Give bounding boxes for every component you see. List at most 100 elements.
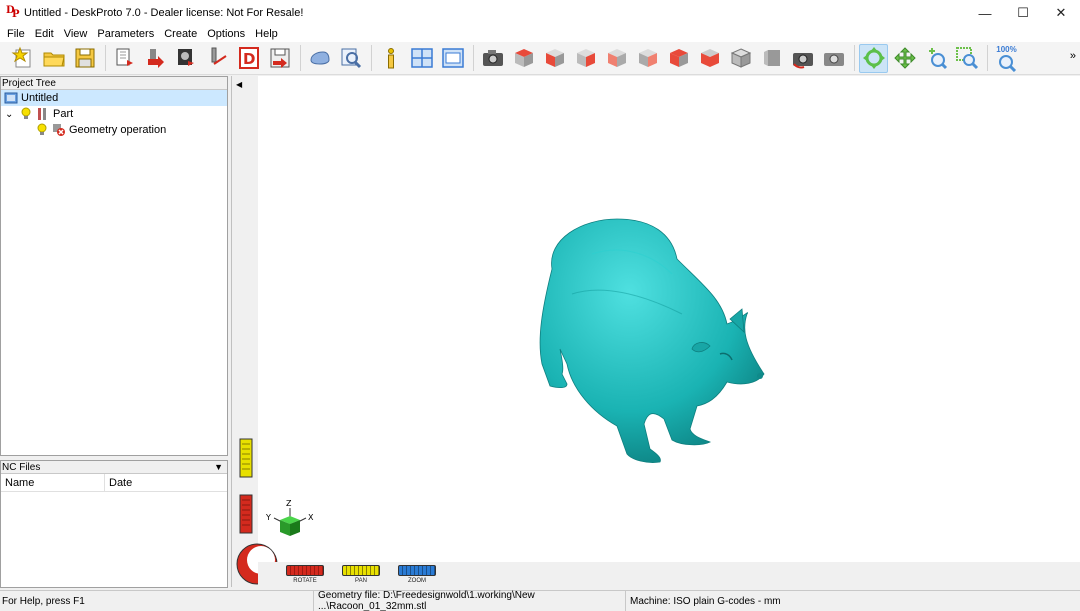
pan-mode-indicator[interactable]: PAN xyxy=(342,565,380,584)
zoom-fit-icon xyxy=(998,54,1016,72)
menu-file[interactable]: File xyxy=(2,28,30,40)
chevron-down-icon[interactable]: ⌄ xyxy=(5,109,17,120)
geometry-arrow-icon xyxy=(147,49,164,68)
window-view-icon xyxy=(441,48,464,68)
cube-left-red-icon xyxy=(607,49,626,67)
cube-right-red-icon xyxy=(638,49,657,67)
info-button[interactable] xyxy=(376,44,405,73)
view-left-button[interactable] xyxy=(602,44,631,73)
properties-view-button[interactable] xyxy=(438,44,467,73)
maximize-button[interactable]: ☐ xyxy=(1004,0,1042,26)
menu-options[interactable]: Options xyxy=(202,28,250,40)
project-tree-panel: Project Tree Untitled ⌄ Part Geometry op… xyxy=(0,76,228,456)
column-name[interactable]: Name xyxy=(1,474,105,491)
part-icon xyxy=(36,107,50,121)
four-views-icon xyxy=(410,48,433,68)
raccoon-3d-model[interactable] xyxy=(532,214,772,466)
axis-x-label: X xyxy=(308,513,314,522)
zoom-window-button[interactable] xyxy=(952,44,981,73)
pan-mode-bar xyxy=(342,565,380,576)
rotate-view-button[interactable] xyxy=(788,44,817,73)
cube-bottom-red-icon xyxy=(669,49,688,67)
rotate-mode-button[interactable] xyxy=(859,43,888,73)
tree-item-part[interactable]: ⌄ Part xyxy=(1,106,227,122)
reset-view-button[interactable] xyxy=(819,44,848,73)
simulation-icon xyxy=(309,51,330,65)
pan-slider-icon[interactable] xyxy=(239,438,253,478)
lightbulb-icon[interactable] xyxy=(19,107,33,121)
column-date[interactable]: Date xyxy=(105,477,132,489)
view-bottom-button[interactable] xyxy=(664,44,693,73)
zoom-100-button[interactable]: 100% xyxy=(992,44,1021,73)
view-gray-button[interactable] xyxy=(726,44,755,73)
minimize-icon: — xyxy=(978,5,992,21)
toolbar-separator xyxy=(105,45,106,71)
title-bar: DP Untitled - DeskProto 7.0 - Dealer lic… xyxy=(0,0,1080,26)
cube-gray-icon xyxy=(730,48,751,68)
collapse-panel-icon[interactable]: ◀ xyxy=(236,80,242,89)
load-part-button[interactable] xyxy=(110,44,139,73)
view-back-button[interactable] xyxy=(571,44,600,73)
open-button[interactable] xyxy=(39,44,68,73)
toolbar-separator xyxy=(300,45,301,71)
menu-view[interactable]: View xyxy=(59,28,93,40)
tree-item-project[interactable]: Untitled xyxy=(1,90,227,106)
view-right-button[interactable] xyxy=(633,44,662,73)
new-star-icon xyxy=(11,46,30,68)
status-geometry-file: Geometry file: D:\Freedesignwold\1.worki… xyxy=(314,590,626,611)
save-nc-button[interactable] xyxy=(265,44,294,73)
view-front-button[interactable] xyxy=(540,44,569,73)
nc-files-header: NC Files ▼ xyxy=(1,461,227,474)
toolbar-overflow-button[interactable]: » xyxy=(1070,50,1076,62)
rotate-arrows-icon xyxy=(862,47,885,69)
nc-files-panel: NC Files ▼ Name Date xyxy=(0,460,228,588)
maximize-icon: ☐ xyxy=(1017,5,1029,20)
pan-mode-button[interactable] xyxy=(890,44,919,73)
lightbulb-icon[interactable] xyxy=(35,123,49,137)
status-bar: For Help, press F1 Geometry file: D:\Fre… xyxy=(0,590,1080,611)
menu-parameters[interactable]: Parameters xyxy=(92,28,159,40)
project-tree-title: Project Tree xyxy=(2,78,56,89)
rotate-slider-icon[interactable] xyxy=(239,494,253,534)
preview-button[interactable] xyxy=(336,44,365,73)
menu-bar: File Edit View Parameters Create Options… xyxy=(0,26,1080,42)
rotate-mode-indicator[interactable]: ROTATE xyxy=(286,565,324,584)
close-button[interactable]: ✕ xyxy=(1042,0,1080,26)
simulation-button[interactable] xyxy=(305,44,334,73)
screenshot-button[interactable] xyxy=(478,44,507,73)
view-top-button[interactable] xyxy=(695,44,724,73)
toolbar-separator xyxy=(371,45,372,71)
minimize-button[interactable]: — xyxy=(966,0,1004,26)
zoom-mode-label: ZOOM xyxy=(408,578,426,584)
info-icon xyxy=(387,48,394,69)
save-nc-icon xyxy=(270,48,289,68)
load-bitmap-button[interactable] xyxy=(172,44,201,73)
load-geometry-button[interactable] xyxy=(141,44,170,73)
dropdown-arrow-icon[interactable]: ▼ xyxy=(214,461,223,473)
layout-button[interactable] xyxy=(407,44,436,73)
zoom-mode-button[interactable] xyxy=(921,44,950,73)
tree-item-label: Geometry operation xyxy=(69,124,167,136)
camera-reset-icon xyxy=(823,53,844,66)
view-gray-flat-button[interactable] xyxy=(757,44,786,73)
move-arrows-icon xyxy=(893,47,916,69)
menu-edit[interactable]: Edit xyxy=(30,28,59,40)
axis-gizmo: Z X Y xyxy=(265,499,314,536)
rotate-mode-label: ROTATE xyxy=(293,578,317,584)
zoom-mode-indicator[interactable]: ZOOM xyxy=(398,565,436,584)
3d-viewport[interactable]: ◀ Z X Y ROTATE PAN ZOOM xyxy=(231,76,1080,587)
camera-rotate-icon xyxy=(792,53,813,69)
view-iso-button[interactable] xyxy=(509,44,538,73)
cube-side-red-icon xyxy=(700,49,719,67)
svg-text:D: D xyxy=(243,50,255,68)
load-vector-button[interactable] xyxy=(203,44,232,73)
zoom-mode-bar xyxy=(398,565,436,576)
menu-help[interactable]: Help xyxy=(250,28,283,40)
new-project-button[interactable] xyxy=(8,44,37,73)
dxf-button[interactable]: D xyxy=(234,44,263,73)
cube-back-red-icon xyxy=(576,49,595,67)
rotate-mode-bar xyxy=(286,565,324,576)
tree-item-geometry-operation[interactable]: Geometry operation xyxy=(1,122,227,138)
save-button[interactable] xyxy=(70,44,99,73)
menu-create[interactable]: Create xyxy=(159,28,202,40)
